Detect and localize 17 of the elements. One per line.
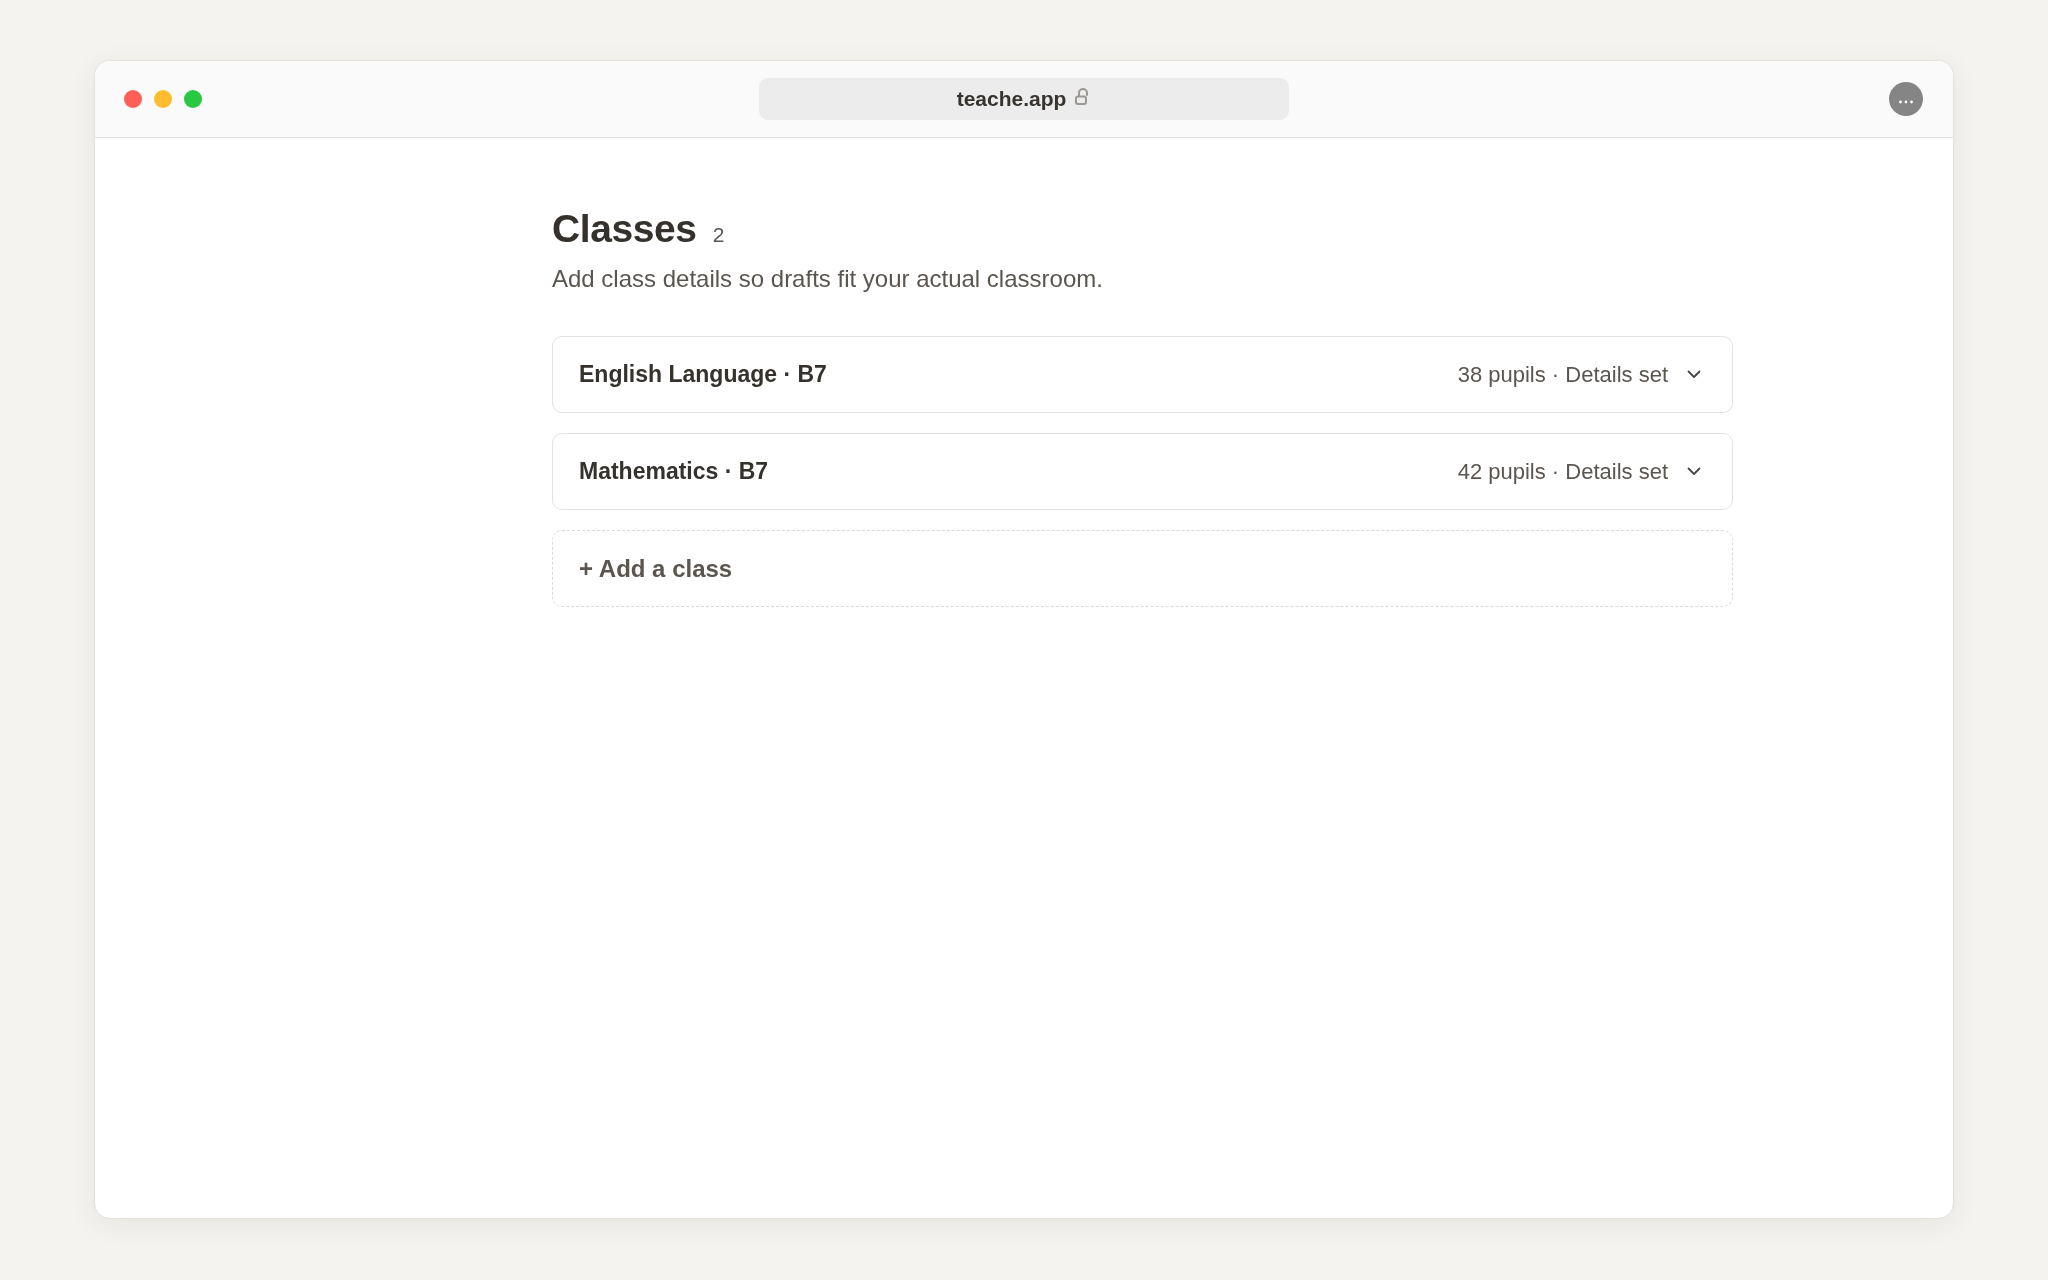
more-icon[interactable]: [1889, 82, 1923, 116]
class-row[interactable]: Mathematics · B7 42 pupils · Details set: [552, 433, 1733, 510]
maximize-icon[interactable]: [184, 90, 202, 108]
chevron-icon[interactable]: [1687, 370, 1701, 379]
close-icon[interactable]: [124, 90, 142, 108]
address-bar[interactable]: teache.app: [758, 78, 1289, 120]
class-name: Mathematics · B7: [579, 458, 769, 485]
page-subtitle: Add class details so drafts fit your actual classroom.: [552, 264, 1104, 294]
class-summary: 38 pupils · Details set: [1457, 361, 1668, 388]
padlock-icon: [1075, 88, 1091, 105]
class-summary: 42 pupils · Details set: [1457, 458, 1668, 485]
class-row[interactable]: English Language · B7 38 pupils · Details set: [552, 336, 1733, 413]
page-title: Classes: [552, 206, 697, 252]
chevron-icon[interactable]: [1687, 467, 1701, 476]
class-count: 2: [712, 223, 725, 247]
class-name: English Language · B7: [579, 361, 827, 388]
add-class-button[interactable]: + Add a class: [552, 530, 1733, 607]
